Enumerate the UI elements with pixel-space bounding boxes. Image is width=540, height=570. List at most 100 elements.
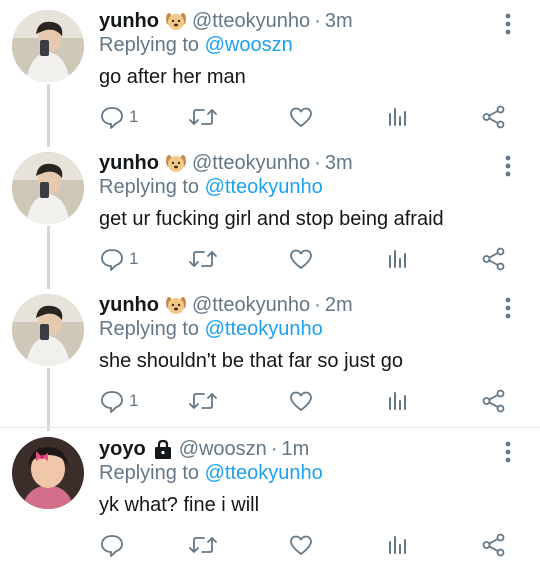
tweet-actions: 1 xyxy=(0,244,540,274)
separator-dot: · xyxy=(314,294,321,316)
share-button[interactable] xyxy=(481,102,507,132)
more-options-button[interactable] xyxy=(496,292,520,324)
share-button[interactable] xyxy=(481,244,507,274)
tweet-header: yunho @tteokyunho · 3m xyxy=(99,151,353,175)
user-handle[interactable]: @tteokyunho xyxy=(192,293,310,317)
timestamp[interactable]: 1m xyxy=(281,437,309,461)
more-options-button[interactable] xyxy=(496,150,520,182)
tweet-actions: 1 xyxy=(0,102,540,132)
heart-icon xyxy=(290,249,312,269)
share-icon xyxy=(482,105,505,129)
more-options-button[interactable] xyxy=(496,8,520,40)
share-icon xyxy=(482,247,505,271)
reply-button[interactable] xyxy=(99,530,129,560)
user-handle[interactable]: @tteokyunho xyxy=(192,151,310,175)
timestamp[interactable]: 2m xyxy=(325,293,353,317)
bar-chart-icon xyxy=(389,108,406,126)
heart-icon xyxy=(290,107,312,127)
bar-chart-icon xyxy=(389,250,406,268)
display-name[interactable]: yunho xyxy=(99,151,159,175)
replying-to-label: Replying to xyxy=(99,462,200,484)
tweet-header: yunho @tteokyunho · 2m xyxy=(99,293,353,317)
replying-to: Replying to @tteokyunho xyxy=(99,461,323,485)
mention-link[interactable]: @tteokyunho xyxy=(205,318,323,340)
view-stats-button[interactable] xyxy=(386,244,410,274)
reply-button[interactable]: 1 xyxy=(99,244,138,274)
separator-dot: · xyxy=(270,438,278,460)
replying-to: Replying to @tteokyunho xyxy=(99,175,323,199)
retweet-icon xyxy=(189,251,217,267)
view-stats-button[interactable] xyxy=(386,386,410,416)
replying-to-label: Replying to xyxy=(99,34,200,56)
tweet-text: yk what? fine i will xyxy=(99,494,260,516)
user-handle[interactable]: @tteokyunho xyxy=(192,9,310,33)
tweet[interactable]: yunho @tteokyunho · 2m Replying to @tteo… xyxy=(0,284,540,426)
share-button[interactable] xyxy=(481,530,507,560)
lock-icon xyxy=(152,438,174,460)
avatar[interactable] xyxy=(12,152,84,224)
user-handle[interactable]: @wooszn xyxy=(179,437,267,461)
replying-to: Replying to @wooszn xyxy=(99,33,293,57)
replying-to-label: Replying to xyxy=(99,318,200,340)
mention-link[interactable]: @tteokyunho xyxy=(205,462,323,484)
retweet-button[interactable] xyxy=(188,102,218,132)
bar-chart-icon xyxy=(389,392,406,410)
speech-bubble-icon xyxy=(101,249,123,271)
tweet-text: she shouldn't be that far so just go xyxy=(99,350,404,372)
share-icon xyxy=(482,533,505,557)
avatar[interactable] xyxy=(12,10,84,82)
reply-count: 1 xyxy=(129,249,139,268)
tweet[interactable]: yunho @tteokyunho · 3m Replying to @woos… xyxy=(0,0,540,142)
bar-chart-icon xyxy=(389,536,406,554)
heart-icon xyxy=(290,391,312,411)
separator-dot: · xyxy=(314,10,321,32)
reply-button[interactable]: 1 xyxy=(99,386,138,416)
timestamp[interactable]: 3m xyxy=(325,151,353,175)
tweet-actions xyxy=(0,530,540,560)
tweet-header: yoyo @wooszn · 1m xyxy=(99,437,309,461)
retweet-icon xyxy=(189,109,217,125)
tweet[interactable]: yoyo @wooszn · 1m Replying to @tteokyunh… xyxy=(0,428,540,570)
avatar[interactable] xyxy=(12,294,84,366)
tweet[interactable]: yunho @tteokyunho · 3m Replying to @tteo… xyxy=(0,142,540,284)
timestamp[interactable]: 3m xyxy=(325,9,353,33)
vertical-ellipsis-icon xyxy=(505,441,511,463)
like-button[interactable] xyxy=(288,386,314,416)
reply-button[interactable]: 1 xyxy=(99,102,138,132)
replying-to: Replying to @tteokyunho xyxy=(99,317,323,341)
separator-dot: · xyxy=(314,152,321,174)
display-name[interactable]: yoyo xyxy=(99,437,146,461)
view-stats-button[interactable] xyxy=(386,102,410,132)
more-options-button[interactable] xyxy=(496,436,520,468)
dog-face-emoji xyxy=(165,294,187,316)
share-icon xyxy=(482,389,505,413)
reply-thread: yunho @tteokyunho · 3m Replying to @woos… xyxy=(0,0,540,567)
retweet-button[interactable] xyxy=(188,530,218,560)
display-name[interactable]: yunho xyxy=(99,293,159,317)
reply-count: 1 xyxy=(129,391,139,410)
display-name[interactable]: yunho xyxy=(99,9,159,33)
speech-bubble-icon xyxy=(101,391,123,413)
retweet-icon xyxy=(189,537,217,553)
retweet-button[interactable] xyxy=(188,244,218,274)
retweet-button[interactable] xyxy=(188,386,218,416)
avatar[interactable] xyxy=(12,437,84,509)
retweet-icon xyxy=(189,393,217,409)
vertical-ellipsis-icon xyxy=(505,13,511,35)
like-button[interactable] xyxy=(288,530,314,560)
dog-face-emoji xyxy=(165,10,187,32)
speech-bubble-icon xyxy=(101,535,123,557)
like-button[interactable] xyxy=(288,102,314,132)
tweet-text: get ur fucking girl and stop being afrai… xyxy=(99,208,444,230)
like-button[interactable] xyxy=(288,244,314,274)
heart-icon xyxy=(290,535,312,555)
speech-bubble-icon xyxy=(101,107,123,129)
vertical-ellipsis-icon xyxy=(505,297,511,319)
mention-link[interactable]: @wooszn xyxy=(205,34,293,56)
view-stats-button[interactable] xyxy=(386,530,410,560)
tweet-actions: 1 xyxy=(0,386,540,416)
share-button[interactable] xyxy=(481,386,507,416)
tweet-header: yunho @tteokyunho · 3m xyxy=(99,9,353,33)
mention-link[interactable]: @tteokyunho xyxy=(205,176,323,198)
vertical-ellipsis-icon xyxy=(505,155,511,177)
